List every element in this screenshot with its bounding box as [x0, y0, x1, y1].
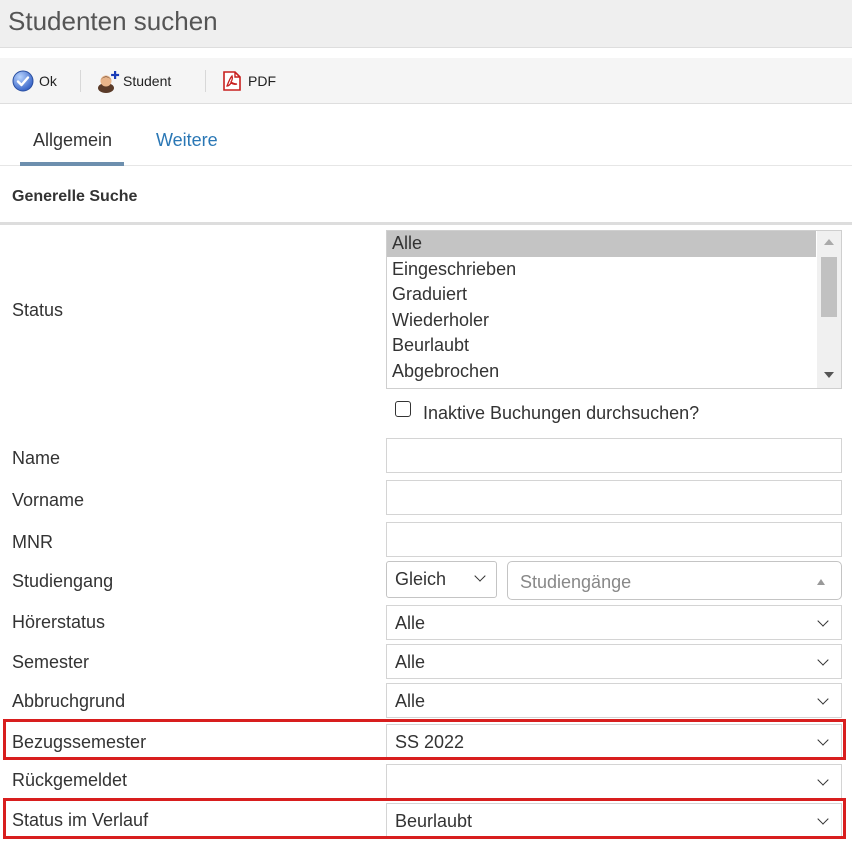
- abbruchgrund-value: Alle: [395, 691, 426, 711]
- studiengang-operator-select[interactable]: Gleich: [386, 561, 497, 598]
- semester-select[interactable]: Alle: [386, 644, 842, 679]
- semester-label: Semester: [12, 652, 90, 672]
- status-option[interactable]: Graduiert: [387, 282, 816, 308]
- studiengaenge-multiselect[interactable]: Studiengänge: [507, 561, 842, 600]
- pdf-button[interactable]: PDF: [221, 66, 276, 96]
- add-student-icon: [96, 70, 120, 93]
- tab-allgemein[interactable]: Allgemein: [20, 130, 125, 166]
- inactive-bookings-checkbox[interactable]: [395, 400, 411, 417]
- name-label: Name: [12, 448, 61, 468]
- rueckgemeldet-select[interactable]: [386, 764, 842, 799]
- tab-bar: Allgemein Weitere: [0, 118, 852, 166]
- mnr-label: MNR: [12, 532, 53, 552]
- scroll-up-icon[interactable]: [824, 239, 834, 245]
- ok-label: Ok: [39, 73, 57, 89]
- rueckgemeldet-label: Rückgemeldet: [12, 770, 128, 790]
- ok-button[interactable]: Ok: [12, 66, 57, 96]
- chevron-down-icon: [474, 570, 486, 582]
- toolbar: Ok Student PDF: [0, 58, 852, 104]
- mnr-input[interactable]: [386, 522, 842, 557]
- toolbar-divider: [205, 70, 206, 92]
- chevron-down-icon: [817, 654, 829, 666]
- page-title: Studenten suchen: [8, 6, 218, 36]
- operator-value: Gleich: [395, 569, 447, 589]
- studiengang-label: Studiengang: [12, 571, 114, 591]
- inactive-bookings-row: Inaktive Buchungen durchsuchen?: [395, 398, 699, 423]
- hoererstatus-select[interactable]: Alle: [386, 605, 842, 640]
- scroll-down-icon[interactable]: [824, 372, 834, 378]
- add-student-button[interactable]: Student: [96, 66, 171, 96]
- vorname-input[interactable]: [386, 480, 842, 515]
- section-title: Generelle Suche: [12, 188, 138, 205]
- listbox-scrollbar[interactable]: [817, 231, 841, 388]
- inactive-bookings-label: Inaktive Buchungen durchsuchen?: [423, 403, 700, 423]
- toolbar-divider: [80, 70, 81, 92]
- tab-weitere[interactable]: Weitere: [156, 130, 218, 162]
- hoererstatus-label: Hörerstatus: [12, 612, 106, 632]
- name-input[interactable]: [386, 438, 842, 473]
- student-label: Student: [123, 73, 172, 89]
- section-divider: [0, 222, 852, 225]
- hoererstatus-value: Alle: [395, 613, 426, 633]
- status-option[interactable]: Beurlaubt: [387, 333, 816, 359]
- status-option[interactable]: Eingeschrieben: [387, 257, 816, 283]
- abbruchgrund-label: Abbruchgrund: [12, 691, 126, 711]
- status-option[interactable]: Wiederholer: [387, 308, 816, 334]
- title-bar: Studenten suchen: [0, 0, 852, 48]
- status-label: Status: [12, 300, 64, 320]
- studiengaenge-placeholder: Studiengänge: [520, 572, 632, 592]
- scrollbar-thumb[interactable]: [821, 257, 837, 317]
- chevron-down-icon: [817, 693, 829, 705]
- status-listbox[interactable]: Alle Eingeschrieben Graduiert Wiederhole…: [386, 230, 842, 389]
- highlight-box: [3, 798, 846, 839]
- pdf-icon: [221, 70, 243, 92]
- status-option[interactable]: Abgebrochen: [387, 359, 816, 385]
- pdf-label: PDF: [248, 73, 276, 89]
- status-option[interactable]: Alle: [387, 231, 816, 257]
- chevron-down-icon: [817, 615, 829, 627]
- highlight-box: [3, 719, 846, 760]
- abbruchgrund-select[interactable]: Alle: [386, 683, 842, 718]
- chevron-down-icon: [817, 774, 829, 786]
- triangle-up-icon: [817, 579, 825, 585]
- vorname-label: Vorname: [12, 490, 85, 510]
- check-circle-icon: [12, 70, 34, 92]
- semester-value: Alle: [395, 652, 426, 672]
